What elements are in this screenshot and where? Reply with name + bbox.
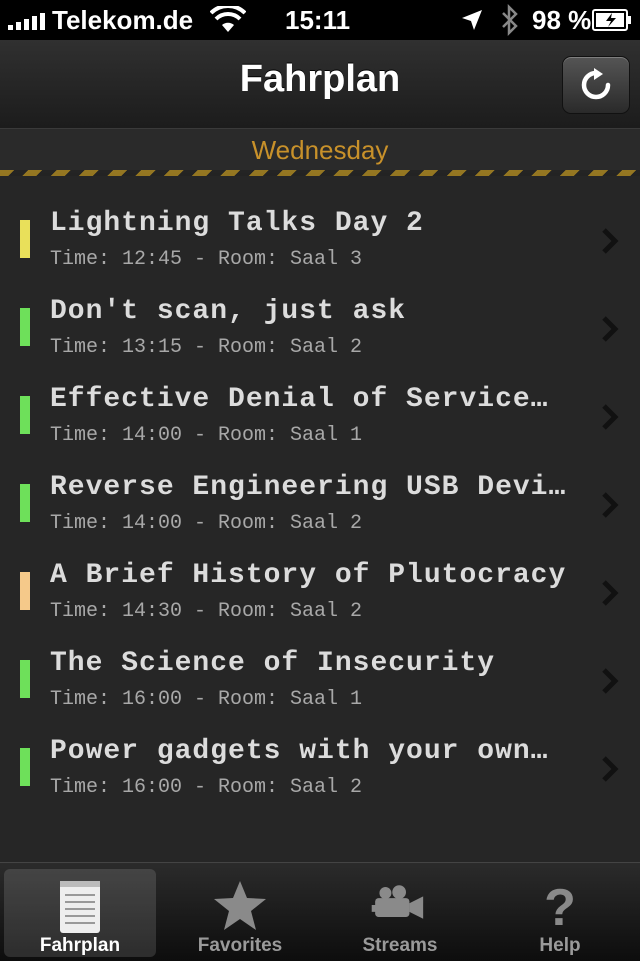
chevron-right-icon <box>602 580 619 606</box>
list-item[interactable]: Reverse Engineering USB Devi… Time: 14:00… <box>0 462 640 550</box>
page-title: Fahrplan <box>239 58 401 100</box>
carrier-name: Telekom.de <box>52 5 194 35</box>
item-subtitle: Time: 14:00 - Room: Saal 1 <box>50 424 363 447</box>
list-item[interactable]: Power gadgets with your own… Time: 16:00 … <box>0 726 640 814</box>
chevron-right-icon <box>602 492 619 518</box>
item-title: A Brief History of Plutocracy <box>50 560 567 591</box>
track-color-bar <box>20 748 30 786</box>
track-color-bar <box>20 308 30 346</box>
location-arrow-icon <box>462 10 482 30</box>
tab-fahrplan[interactable]: Fahrplan <box>4 869 156 957</box>
tab-label: Fahrplan <box>39 935 121 956</box>
chevron-right-icon <box>602 756 619 782</box>
item-subtitle: Time: 16:00 - Room: Saal 2 <box>50 776 363 799</box>
tab-label: Favorites <box>197 935 283 956</box>
svg-text:?: ? <box>544 879 576 933</box>
chevron-right-icon <box>602 404 619 430</box>
notepad-icon <box>60 881 100 933</box>
item-title: Lightning Talks Day 2 <box>50 208 424 239</box>
schedule-list[interactable]: Time: 12:45 - Room: Saal 2 Lightning Talk… <box>0 176 640 862</box>
section-header: Wednesday <box>0 128 640 173</box>
item-title: Effective Denial of Service… <box>50 384 549 415</box>
item-subtitle: Time: 12:45 - Room: Saal 3 <box>50 248 363 271</box>
star-icon <box>214 881 266 930</box>
tab-label: Help <box>539 935 581 956</box>
list-item[interactable]: Time: 12:45 - Room: Saal 2 <box>0 176 640 198</box>
item-subtitle: Time: 16:00 - Room: Saal 1 <box>50 688 363 711</box>
bluetooth-icon <box>502 4 518 36</box>
item-title: The Science of Insecurity <box>50 648 496 679</box>
camera-icon <box>371 885 424 919</box>
item-title: Don't scan, just ask <box>50 296 407 327</box>
list-item[interactable]: Effective Denial of Service… Time: 14:00 … <box>0 374 640 462</box>
list-item[interactable]: Lightning Talks Day 2 Time: 12:45 - Room:… <box>0 198 640 286</box>
refresh-icon <box>581 68 611 100</box>
list-item[interactable]: The Science of Insecurity Time: 16:00 - R… <box>0 638 640 726</box>
tab-streams[interactable]: Streams <box>324 869 476 957</box>
item-subtitle: Time: 14:30 - Room: Saal 2 <box>50 600 363 623</box>
chevron-right-icon <box>602 316 619 342</box>
track-color-bar <box>20 660 30 698</box>
wifi-icon <box>210 6 246 32</box>
navigation-bar: Fahrplan <box>0 40 640 129</box>
track-color-bar <box>20 220 30 258</box>
battery-icon <box>592 9 631 31</box>
tab-favorites[interactable]: Favorites <box>164 869 316 957</box>
section-day-label: Wednesday <box>251 135 389 165</box>
clock: 15:11 <box>285 5 351 35</box>
tab-bar: Fahrplan Favorites Streams ? Help <box>0 862 640 961</box>
track-color-bar <box>20 572 30 610</box>
chevron-right-icon <box>602 228 619 254</box>
track-color-bar <box>20 484 30 522</box>
list-item[interactable]: A Brief History of Plutocracy Time: 14:30… <box>0 550 640 638</box>
tab-label: Streams <box>362 935 438 956</box>
battery-percent: 98 % <box>532 5 592 35</box>
item-subtitle: Time: 14:00 - Room: Saal 2 <box>50 512 363 535</box>
track-color-bar <box>20 396 30 434</box>
chevron-right-icon <box>602 668 619 694</box>
item-subtitle: Time: 13:15 - Room: Saal 2 <box>50 336 363 359</box>
tab-help[interactable]: ? Help <box>484 869 636 957</box>
status-bar: Telekom.de 15:11 98 % <box>0 0 640 40</box>
signal-strength-icon <box>8 12 45 30</box>
question-icon: ? <box>544 879 576 933</box>
list-item[interactable]: Don't scan, just ask Time: 13:15 - Room: … <box>0 286 640 374</box>
item-subtitle: Time: 12:45 - Room: Saal 2 <box>50 176 362 183</box>
refresh-button[interactable] <box>562 56 630 114</box>
item-title: Reverse Engineering USB Devi… <box>50 472 567 503</box>
item-title: Power gadgets with your own… <box>50 736 549 767</box>
